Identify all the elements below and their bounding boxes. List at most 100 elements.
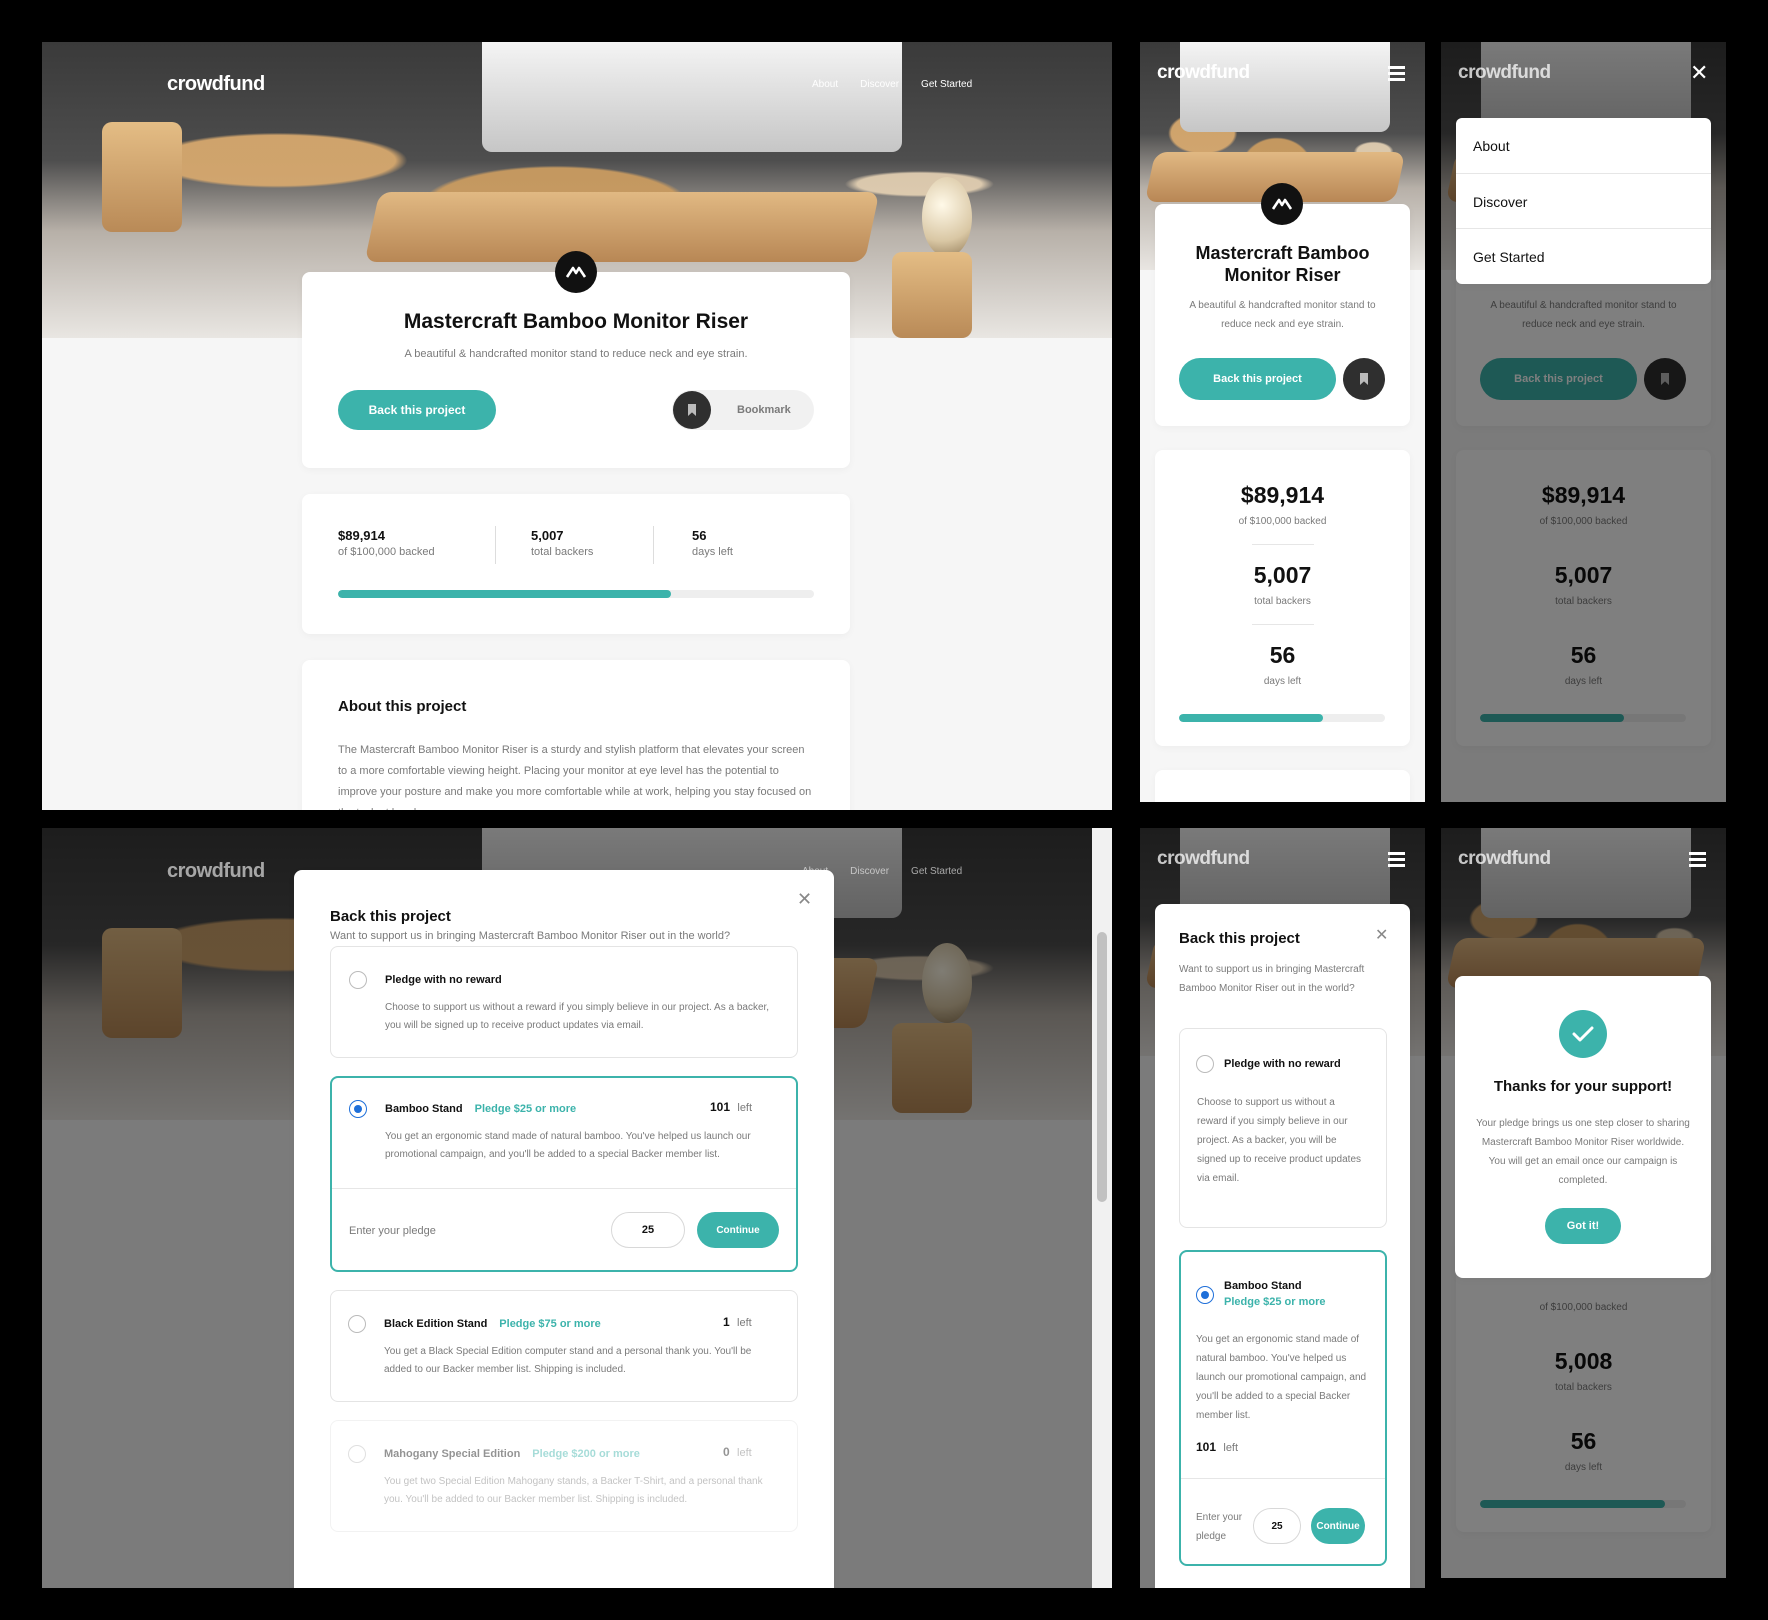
days-count: 56 (692, 528, 707, 543)
backed-amount: $89,914 (338, 528, 385, 543)
pledge-price: Pledge $200 or more (532, 1448, 640, 1460)
nav-get-started[interactable]: Get Started (911, 866, 962, 877)
crowdfund-logo[interactable]: crowdfund (167, 860, 265, 883)
progress-fill (338, 590, 672, 598)
back-project-button[interactable]: Back this project (1179, 358, 1336, 400)
divider (495, 526, 496, 564)
continue-button[interactable]: Continue (697, 1212, 779, 1248)
pledge-amount-input[interactable] (1253, 1508, 1301, 1544)
divider (1181, 1478, 1385, 1479)
days-count: 56 (1269, 642, 1296, 668)
project-description: A beautiful & handcrafted monitor stand … (1189, 300, 1376, 330)
project-header-card: Mastercraft Bamboo Monitor Riser A beaut… (302, 251, 850, 468)
bookmark-button[interactable]: Bookmark (672, 390, 814, 430)
stat-backers: 5,007 total backers (531, 528, 593, 558)
crowdfund-logo[interactable]: crowdfund (1458, 62, 1551, 84)
close-icon[interactable]: ✕ (1690, 60, 1708, 86)
project-title: Mastercraft Bamboo Monitor Riser (403, 310, 749, 333)
about-card (1155, 770, 1410, 802)
menu-item-get-started[interactable]: Get Started (1473, 249, 1545, 265)
pledge-left: 1 left (723, 1315, 752, 1329)
stats-card: $89,914 of $100,000 backed 5,007 total b… (302, 494, 850, 634)
radio-no-reward[interactable] (1196, 1055, 1214, 1073)
nav-get-started[interactable]: Get Started (921, 79, 972, 90)
desktop-modal-view: crowdfund About Discover Get Started Bac… (42, 828, 1112, 1588)
days-label: days left (692, 546, 733, 558)
crowdfund-logo[interactable]: crowdfund (1157, 848, 1250, 870)
pledge-price: Pledge $25 or more (1224, 1296, 1326, 1308)
nav-discover[interactable]: Discover (850, 866, 889, 877)
menu-item-about[interactable]: About (1473, 138, 1510, 154)
success-modal: Thanks for your support! Your pledge bri… (1455, 976, 1711, 1278)
mobile-modal-view: crowdfund Back this project ✕ Want to su… (1140, 828, 1425, 1588)
desktop-main-view: crowdfund About Discover Get Started Mas… (42, 42, 1112, 810)
nav-desktop: About Discover Get Started (812, 79, 972, 90)
check-icon (1559, 1010, 1607, 1058)
bookmark-icon (673, 391, 711, 429)
pledge-option-black-edition[interactable]: Black Edition Stand Pledge $75 or more 1… (330, 1290, 798, 1402)
divider (653, 526, 654, 564)
nav-discover[interactable]: Discover (860, 79, 899, 90)
hamburger-icon[interactable] (1388, 66, 1405, 81)
pledge-left: 0 left (723, 1445, 752, 1459)
project-description: A beautiful & handcrafted monitor stand … (404, 348, 748, 360)
enter-pledge-label: Enter your pledge (1196, 1512, 1243, 1542)
mobile-nav-menu: About Discover Get Started (1456, 118, 1711, 284)
success-text: Your pledge brings us one step closer to… (1476, 1118, 1690, 1186)
pledge-option-bamboo-stand[interactable]: Bamboo Stand Pledge $25 or more 101 left… (330, 1076, 798, 1272)
pledge-modal: Back this project ✕ Want to support us i… (1155, 904, 1410, 1588)
backed-label: of $100,000 backed (338, 546, 435, 558)
hamburger-icon[interactable] (1689, 852, 1706, 867)
progress-fill (1179, 714, 1324, 722)
pledge-name: Bamboo Stand (1224, 1280, 1302, 1292)
radio-bamboo-stand[interactable] (349, 1100, 367, 1118)
radio-mahogany (348, 1445, 366, 1463)
close-icon[interactable]: ✕ (797, 890, 812, 908)
days-label: days left (1263, 676, 1302, 687)
back-project-button[interactable]: Back this project (338, 390, 496, 430)
hamburger-icon[interactable] (1388, 852, 1405, 867)
crowdfund-logo[interactable]: crowdfund (167, 73, 265, 96)
pledge-option-no-reward[interactable]: Pledge with no reward Choose to support … (1179, 1028, 1387, 1228)
pledge-description: You get an ergonomic stand made of natur… (385, 1131, 751, 1160)
radio-black-edition[interactable] (348, 1315, 366, 1333)
mobile-main-view: crowdfund Mastercraft Bamboo Monitor Ris… (1140, 42, 1425, 802)
pledge-modal: Back this project ✕ Want to support us i… (294, 870, 834, 1588)
scrollbar[interactable] (1092, 828, 1112, 1588)
pledge-left: 101 left (710, 1100, 753, 1114)
pledge-price: Pledge $75 or more (499, 1318, 601, 1330)
project-title: Mastercraft Bamboo Monitor Riser (1195, 243, 1370, 285)
pledge-price: Pledge $25 or more (474, 1103, 577, 1115)
divider (1252, 624, 1314, 625)
radio-bamboo-stand[interactable] (1196, 1286, 1214, 1304)
pledge-description: You get an ergonomic stand made of natur… (1196, 1334, 1367, 1421)
divider (332, 1188, 796, 1189)
crowdfund-logo[interactable]: crowdfund (1157, 62, 1250, 84)
got-it-button[interactable]: Got it! (1545, 1208, 1621, 1244)
mastercraft-logo-icon (1261, 183, 1303, 225)
project-header-card: Mastercraft Bamboo Monitor Riser A beaut… (1155, 183, 1410, 426)
pledge-name: Mahogany Special Edition (384, 1448, 521, 1460)
pledge-name: Pledge with no reward (385, 974, 502, 986)
pledge-option-bamboo-stand[interactable]: Bamboo Stand Pledge $25 or more You get … (1179, 1250, 1387, 1566)
backers-count: 5,007 (531, 528, 564, 543)
backers-label: total backers (531, 546, 594, 558)
stat-days: 56 days left (692, 528, 733, 558)
pledge-option-mahogany: Mahogany Special Edition Pledge $200 or … (330, 1420, 798, 1532)
nav-about[interactable]: About (812, 79, 838, 90)
bookmark-icon[interactable] (1343, 358, 1385, 400)
backers-count: 5,007 (1253, 562, 1312, 588)
backers-label: total backers (1254, 596, 1311, 607)
continue-button[interactable]: Continue (1311, 1508, 1365, 1544)
modal-title: Back this project (1179, 930, 1300, 947)
radio-no-reward[interactable] (349, 971, 367, 989)
about-card: About this project The Mastercraft Bambo… (302, 660, 850, 810)
progress-bar (1179, 714, 1385, 722)
menu-item-discover[interactable]: Discover (1473, 194, 1527, 210)
pledge-description: You get a Black Special Edition computer… (384, 1346, 752, 1375)
modal-title: Back this project (330, 908, 451, 925)
pledge-option-no-reward[interactable]: Pledge with no reward Choose to support … (330, 946, 798, 1058)
crowdfund-logo[interactable]: crowdfund (1458, 848, 1551, 870)
pledge-amount-input[interactable] (611, 1212, 685, 1248)
close-icon[interactable]: ✕ (1375, 928, 1388, 944)
